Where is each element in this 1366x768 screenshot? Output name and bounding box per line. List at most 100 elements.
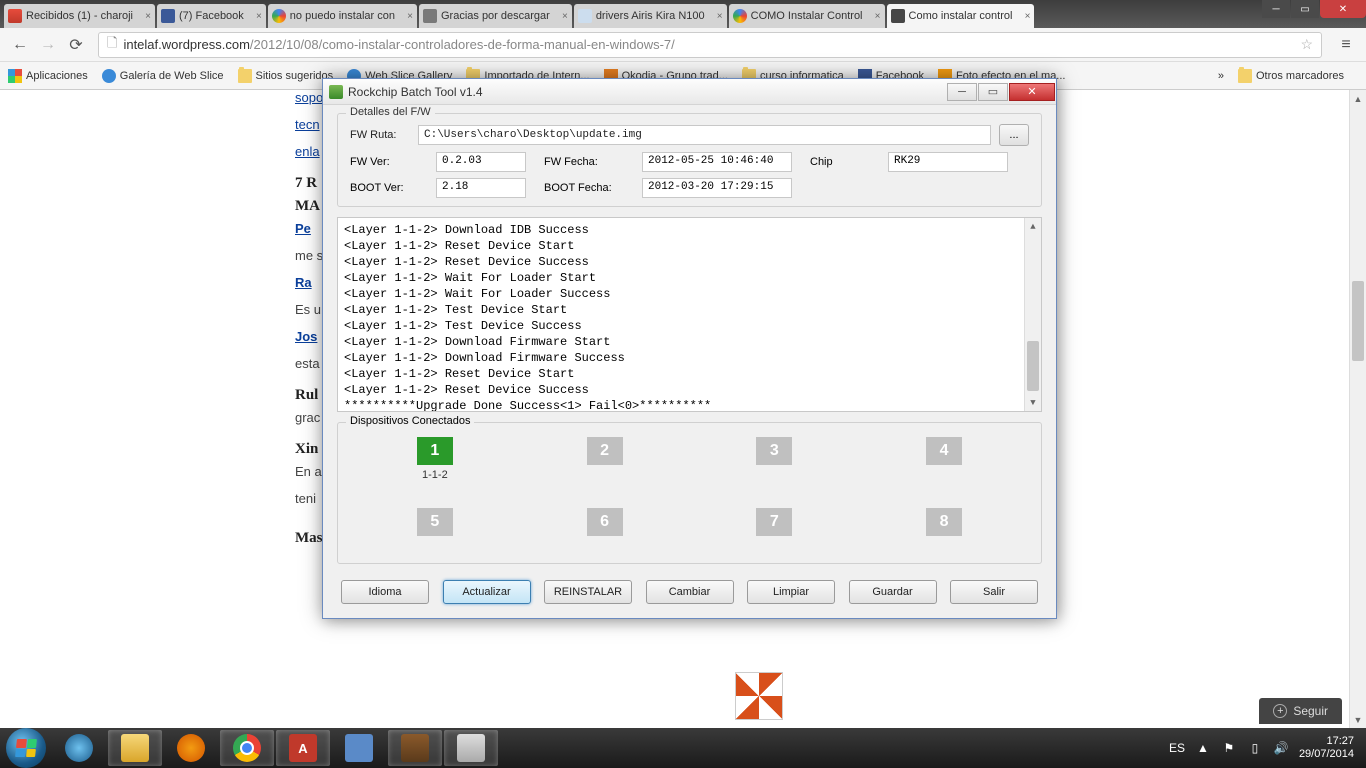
scrollbar-thumb[interactable]: [1352, 281, 1364, 361]
device-slot[interactable]: 4: [926, 437, 962, 482]
scroll-up-icon[interactable]: ▲: [1350, 90, 1366, 107]
log-line: <Layer 1-1-2> Reset Device Success: [344, 254, 1035, 270]
google-icon: [733, 9, 747, 23]
other-bookmarks[interactable]: Otros marcadores: [1238, 69, 1344, 83]
wordpress-icon: [891, 9, 905, 23]
guardar-button[interactable]: Guardar: [849, 580, 937, 604]
tray-overflow-icon[interactable]: ▲: [1195, 740, 1211, 756]
device-slot[interactable]: 5: [417, 508, 453, 553]
device-slot[interactable]: 8: [926, 508, 962, 553]
log-line: <Layer 1-1-2> Wait For Loader Success: [344, 286, 1035, 302]
page-link[interactable]: enla: [295, 144, 320, 159]
close-icon[interactable]: ×: [145, 11, 151, 22]
start-button[interactable]: [6, 728, 46, 768]
network-icon[interactable]: ▯: [1247, 740, 1263, 756]
log-scrollbar[interactable]: ▲ ▼: [1024, 218, 1041, 411]
taskbar-explorer[interactable]: [108, 730, 162, 766]
browse-button[interactable]: ...: [999, 124, 1029, 146]
forward-button[interactable]: →: [36, 33, 60, 57]
tab-google2[interactable]: COMO Instalar Control×: [729, 4, 885, 28]
dialog-title: Rockchip Batch Tool v1.4: [348, 85, 483, 99]
log-line: <Layer 1-1-2> Download Firmware Success: [344, 350, 1035, 366]
close-icon[interactable]: ×: [875, 11, 881, 22]
salir-button[interactable]: Salir: [950, 580, 1038, 604]
dialog-minimize-button[interactable]: ─: [947, 83, 977, 101]
tab-gracias[interactable]: Gracias por descargar×: [419, 4, 572, 28]
tab-active[interactable]: Como instalar control×: [887, 4, 1035, 28]
dialog-titlebar[interactable]: Rockchip Batch Tool v1.4 ─ ▭ ✕: [323, 79, 1056, 105]
device-slot[interactable]: 6: [587, 508, 623, 553]
bookmark-star-icon[interactable]: ☆: [1300, 36, 1313, 53]
window-close-button[interactable]: ✕: [1320, 0, 1366, 18]
plus-icon: +: [1273, 704, 1287, 718]
apps-button[interactable]: Aplicaciones: [8, 69, 88, 83]
page-scrollbar[interactable]: ▲ ▼: [1349, 90, 1366, 728]
tab-google1[interactable]: no puedo instalar con×: [268, 4, 417, 28]
dialog-maximize-button[interactable]: ▭: [978, 83, 1008, 101]
ie-icon: [65, 734, 93, 762]
volume-icon[interactable]: 🔊: [1273, 740, 1289, 756]
fw-path-input[interactable]: [418, 125, 991, 145]
bookmark-item[interactable]: Galería de Web Slice: [102, 69, 224, 83]
taskbar-mediaplayer[interactable]: [164, 730, 218, 766]
flag-icon[interactable]: ⚑: [1221, 740, 1237, 756]
log-output[interactable]: <Layer 1-1-2> Download IDB Success <Layer…: [337, 217, 1042, 412]
folder-icon: [1238, 69, 1252, 83]
device-indicator: 3: [756, 437, 792, 465]
scroll-down-icon[interactable]: ▼: [1350, 711, 1366, 728]
ie-icon: [102, 69, 116, 83]
page-link[interactable]: Pe: [295, 221, 311, 236]
chrome-menu-button[interactable]: ≡: [1334, 33, 1358, 57]
window-minimize-button[interactable]: ─: [1262, 0, 1290, 18]
system-tray: ES ▲ ⚑ ▯ 🔊 17:27 29/07/2014: [1169, 735, 1360, 761]
reload-button[interactable]: ⟳: [64, 33, 88, 57]
page-link[interactable]: Ra: [295, 275, 312, 290]
rockchip-dialog: Rockchip Batch Tool v1.4 ─ ▭ ✕ Detalles …: [322, 78, 1057, 619]
taskbar-rockchip[interactable]: [444, 730, 498, 766]
url-path: /2012/10/08/como-instalar-controladores-…: [250, 37, 675, 52]
close-icon[interactable]: ×: [256, 11, 262, 22]
reinstalar-button[interactable]: REINSTALAR: [544, 580, 632, 604]
page-link[interactable]: sopo: [295, 90, 323, 105]
scrollbar-thumb[interactable]: [1027, 341, 1039, 391]
back-button[interactable]: ←: [8, 33, 32, 57]
address-bar[interactable]: 🗋 intelaf.wordpress.com/2012/10/08/como-…: [98, 32, 1322, 58]
close-icon[interactable]: ×: [407, 11, 413, 22]
taskbar-chrome[interactable]: [220, 730, 274, 766]
device-slot[interactable]: 3: [756, 437, 792, 482]
taskbar-ie[interactable]: [52, 730, 106, 766]
close-icon[interactable]: ×: [1025, 11, 1031, 22]
close-icon[interactable]: ×: [717, 11, 723, 22]
page-link[interactable]: tecn: [295, 117, 320, 132]
lang-indicator[interactable]: ES: [1169, 740, 1185, 756]
scroll-up-icon[interactable]: ▲: [1025, 218, 1041, 235]
boot-fecha-label: BOOT Fecha:: [544, 182, 624, 194]
browser-tab-strip: Recibidos (1) - charoji× (7) Facebook× n…: [0, 0, 1366, 28]
bookmark-item[interactable]: Sitios sugeridos: [238, 69, 334, 83]
actualizar-button[interactable]: Actualizar: [443, 580, 531, 604]
cambiar-button[interactable]: Cambiar: [646, 580, 734, 604]
scroll-down-icon[interactable]: ▼: [1025, 394, 1041, 411]
window-maximize-button[interactable]: ▭: [1291, 0, 1319, 18]
taskbar-clock[interactable]: 17:27 29/07/2014: [1299, 735, 1354, 761]
tab-facebook[interactable]: (7) Facebook×: [157, 4, 266, 28]
taskbar-adobe[interactable]: A: [276, 730, 330, 766]
close-icon[interactable]: ×: [562, 11, 568, 22]
device-slot[interactable]: 2: [587, 437, 623, 482]
taskbar-app[interactable]: [332, 730, 386, 766]
log-line: <Layer 1-1-2> Download IDB Success: [344, 222, 1035, 238]
bookmark-overflow[interactable]: »: [1218, 70, 1224, 82]
windows-taskbar: A ES ▲ ⚑ ▯ 🔊 17:27 29/07/2014: [0, 728, 1366, 768]
limpiar-button[interactable]: Limpiar: [747, 580, 835, 604]
dialog-close-button[interactable]: ✕: [1009, 83, 1055, 101]
device-slot[interactable]: 7: [756, 508, 792, 553]
idioma-button[interactable]: Idioma: [341, 580, 429, 604]
page-link[interactable]: Jos: [295, 329, 317, 344]
windows-logo-icon: [15, 739, 37, 757]
device-slot[interactable]: 11-1-2: [417, 437, 453, 482]
taskbar-winrar[interactable]: [388, 730, 442, 766]
tab-airis[interactable]: drivers Airis Kira N100×: [574, 4, 727, 28]
log-line: **********Upgrade Done Success<1> Fail<0…: [344, 398, 1035, 412]
follow-button[interactable]: + Seguir: [1259, 698, 1342, 724]
tab-gmail[interactable]: Recibidos (1) - charoji×: [4, 4, 155, 28]
